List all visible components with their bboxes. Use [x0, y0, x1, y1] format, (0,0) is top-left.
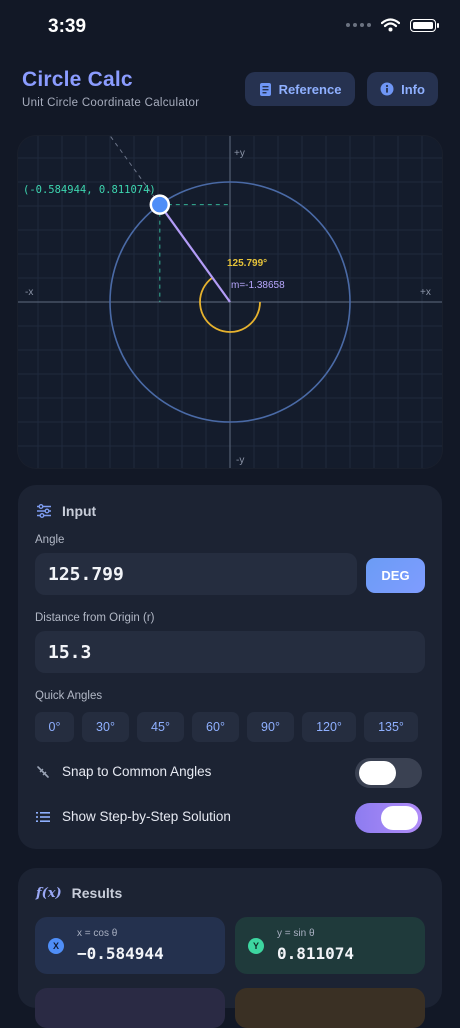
list-icon: [36, 811, 50, 822]
graph-canvas: +y -y -x +x (-0.584944, 0.811074) 125.79…: [18, 136, 442, 468]
results-section-header: f(x) Results: [36, 885, 122, 901]
status-time: 3:39: [48, 16, 87, 37]
info-icon: [380, 82, 394, 96]
axis-label-neg-y: -y: [236, 455, 244, 466]
unit-toggle-button[interactable]: DEG: [366, 558, 425, 593]
app-title: Circle Calc: [22, 68, 133, 91]
steps-toggle[interactable]: [355, 803, 422, 833]
cellular-signal-icon: [346, 23, 371, 27]
result-y-value: 0.811074: [277, 944, 355, 963]
point-coordinate-label: (-0.584944, 0.811074): [23, 184, 156, 196]
result-y-box: Y y = sin θ 0.811074: [235, 917, 425, 974]
result-box-peek-left: [35, 988, 225, 1028]
angle-label: Angle: [35, 534, 65, 546]
quick-angle-45[interactable]: 45°: [137, 712, 184, 742]
quick-angle-30[interactable]: 30°: [82, 712, 129, 742]
quick-angles-label: Quick Angles: [35, 690, 103, 702]
quick-angle-60[interactable]: 60°: [192, 712, 239, 742]
axis-label-pos-x: +x: [420, 287, 431, 298]
quick-angle-135[interactable]: 135°: [364, 712, 418, 742]
snap-toggle[interactable]: [355, 758, 422, 788]
wifi-icon: [381, 18, 400, 32]
slope-label: m=-1.38658: [231, 280, 285, 291]
draggable-point[interactable]: [149, 194, 171, 215]
axis-label-neg-x: -x: [25, 287, 33, 298]
snap-toggle-knob: [359, 761, 396, 785]
status-bar: 3:39: [0, 0, 460, 54]
sliders-icon: [37, 504, 51, 518]
distance-label: Distance from Origin (r): [35, 612, 155, 624]
result-y-label: y = sin θ: [277, 928, 315, 939]
results-section-title: Results: [71, 885, 123, 901]
input-card: Input Angle 125.799 DEG Distance from Or…: [18, 485, 442, 849]
result-box-peek-right: [235, 988, 425, 1028]
distance-input[interactable]: 15.3: [35, 631, 425, 673]
snap-label: Snap to Common Angles: [62, 764, 212, 779]
reference-label: Reference: [278, 81, 342, 97]
axis-label-pos-y: +y: [234, 148, 245, 159]
battery-icon: [410, 18, 439, 32]
quick-angle-90[interactable]: 90°: [247, 712, 294, 742]
book-icon: [259, 82, 271, 96]
steps-label: Show Step-by-Step Solution: [62, 809, 231, 824]
info-button[interactable]: Info: [367, 72, 438, 106]
input-section-header: Input: [36, 503, 96, 519]
snap-row: Snap to Common Angles: [36, 764, 211, 779]
results-card: f(x) Results X x = cos θ −0.584944 Y y =…: [18, 868, 442, 1028]
result-x-box: X x = cos θ −0.584944: [35, 917, 225, 974]
result-x-label: x = cos θ: [77, 928, 118, 939]
result-x-value: −0.584944: [77, 944, 164, 963]
angle-value-label: 125.799°: [227, 258, 267, 269]
ray-extension-line: [109, 136, 231, 303]
steps-row: Show Step-by-Step Solution: [36, 809, 231, 824]
quick-angle-120[interactable]: 120°: [302, 712, 356, 742]
info-label: Info: [401, 81, 425, 97]
quick-angles-row: 0° 30° 45° 60° 90° 120° 135°: [35, 712, 418, 742]
x-badge: X: [48, 938, 64, 954]
function-icon: f(x): [36, 885, 62, 901]
angle-input[interactable]: 125.799: [35, 553, 357, 595]
reference-button[interactable]: Reference: [245, 72, 355, 106]
status-icons: [346, 18, 439, 32]
steps-toggle-knob: [381, 806, 418, 830]
y-badge: Y: [248, 938, 264, 954]
magnet-icon: [37, 765, 49, 778]
radius-ray: [158, 204, 231, 303]
quick-angle-0[interactable]: 0°: [35, 712, 74, 742]
unit-circle-graph[interactable]: +y -y -x +x (-0.584944, 0.811074) 125.79…: [18, 136, 442, 468]
app-subtitle: Unit Circle Coordinate Calculator: [22, 97, 200, 109]
input-section-title: Input: [62, 503, 97, 519]
